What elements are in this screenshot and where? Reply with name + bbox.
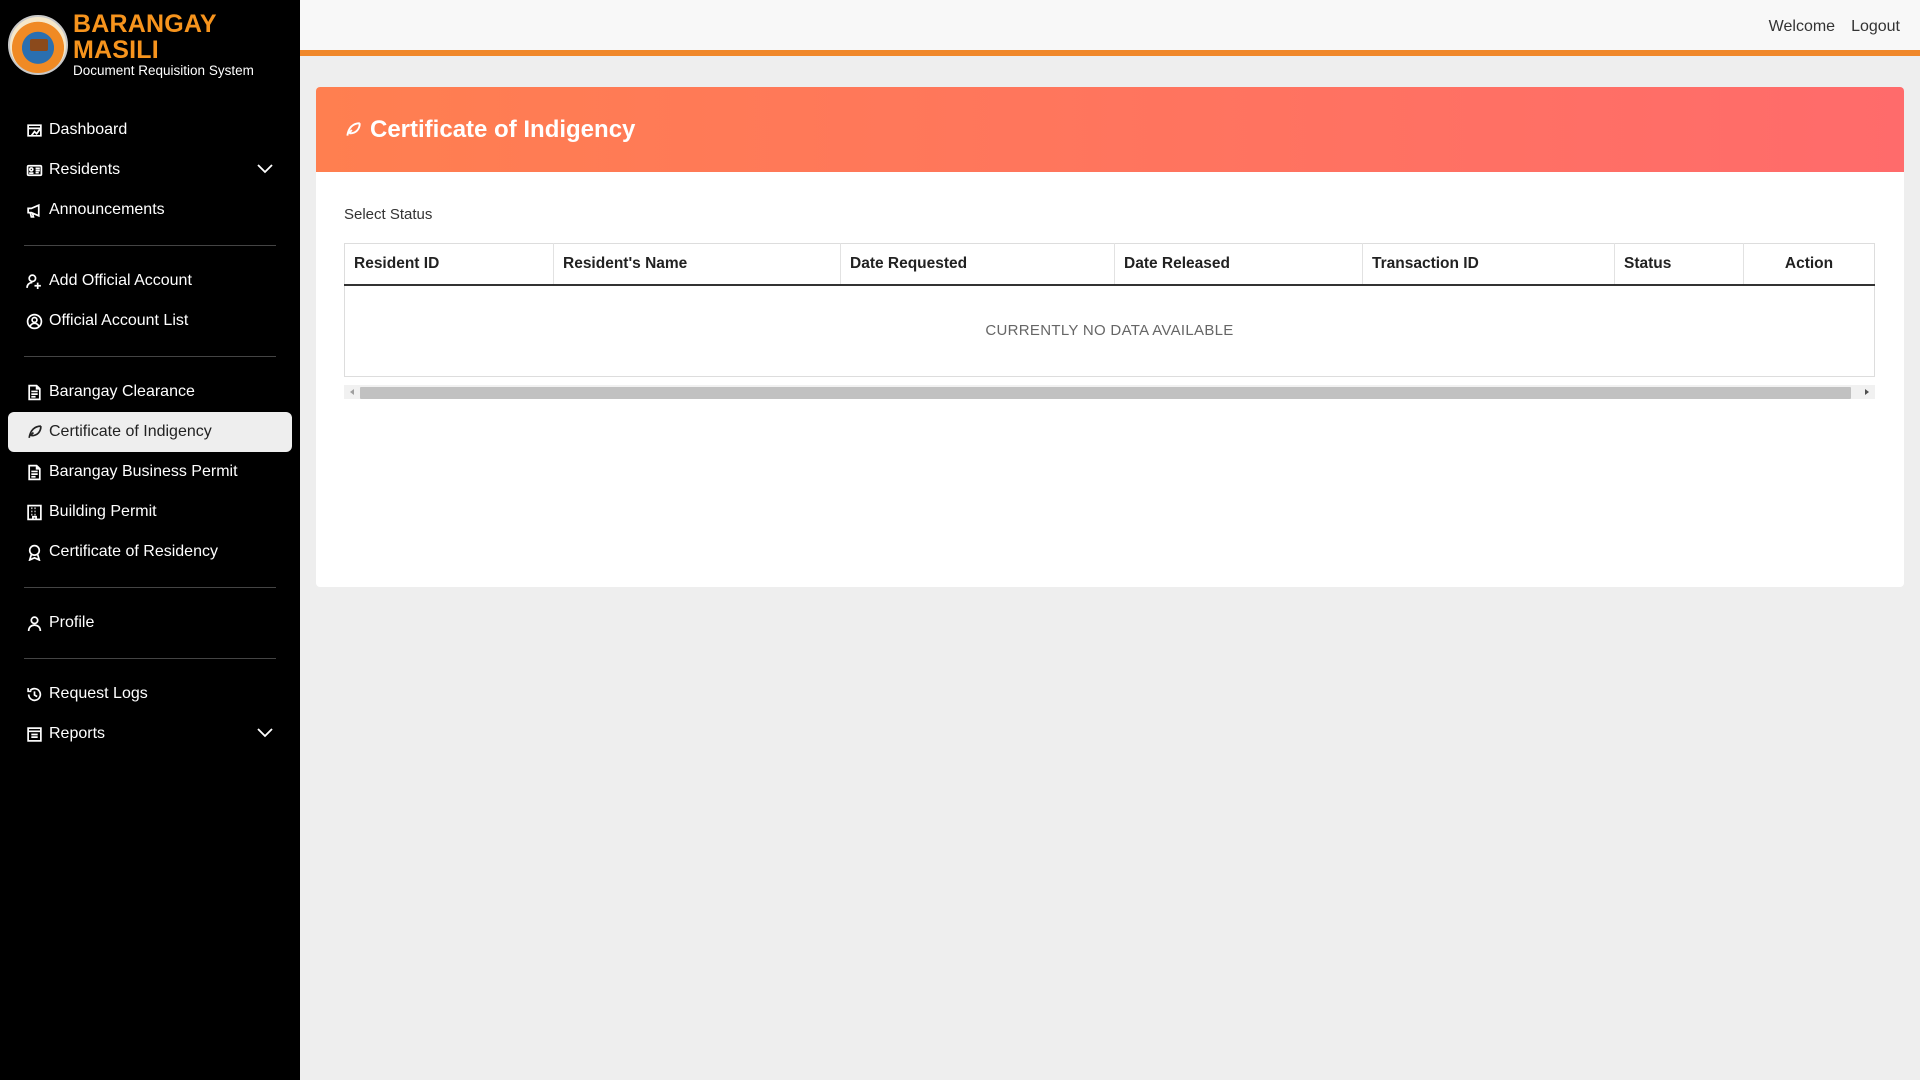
- horizontal-scrollbar[interactable]: [344, 384, 1875, 399]
- sidebar-item-label: Residents: [49, 161, 121, 178]
- top-bar-links: Welcome Logout: [1769, 18, 1900, 36]
- user-circle-icon: [25, 312, 43, 330]
- sidebar-item-official-account-list[interactable]: Official Account List: [8, 301, 292, 341]
- divider: [24, 658, 276, 659]
- table-row-empty: CURRENTLY NO DATA AVAILABLE: [345, 285, 1875, 376]
- megaphone-icon: [25, 201, 43, 219]
- brand-text: BARANGAY MASILI Document Requisition Sys…: [73, 11, 300, 79]
- sidebar-item-label: Reports: [49, 725, 106, 742]
- sidebar-item-certificate-of-indigency[interactable]: Certificate of Indigency: [8, 412, 292, 452]
- select-status-dropdown[interactable]: Select Status: [344, 206, 1876, 223]
- sidebar-item-reports[interactable]: Reports: [8, 714, 292, 754]
- user-plus-icon: [25, 272, 43, 290]
- column-header-resident-id[interactable]: Resident ID: [344, 243, 554, 286]
- sidebar-item-profile[interactable]: Profile: [8, 603, 292, 643]
- welcome-link[interactable]: Welcome: [1769, 18, 1835, 36]
- divider: [24, 356, 276, 357]
- sidebar: BARANGAY MASILI Document Requisition Sys…: [0, 0, 300, 1080]
- document-icon: [25, 383, 43, 401]
- sidebar-item-label: Add Official Account: [49, 272, 192, 289]
- column-header-date-released[interactable]: Date Released: [1114, 243, 1363, 286]
- column-header-action[interactable]: Action: [1743, 243, 1875, 286]
- scrollbar-thumb[interactable]: [360, 386, 1851, 399]
- building-icon: [25, 503, 43, 521]
- card-header: Certificate of Indigency: [316, 87, 1904, 172]
- sidebar-item-certificate-of-residency[interactable]: Certificate of Residency: [8, 532, 292, 572]
- sidebar-item-dashboard[interactable]: Dashboard: [8, 110, 292, 150]
- feather-icon: [25, 423, 43, 441]
- sidebar-item-barangay-business-permit[interactable]: Barangay Business Permit: [8, 452, 292, 492]
- column-header-residents-name[interactable]: Resident's Name: [553, 243, 841, 286]
- top-bar: Welcome Logout: [300, 0, 1920, 56]
- scroll-left-arrow-icon[interactable]: [348, 388, 356, 396]
- scroll-right-arrow-icon[interactable]: [1863, 388, 1871, 396]
- card-body: Select Status Resident ID Resident's Nam…: [316, 172, 1904, 399]
- sidebar-item-building-permit[interactable]: Building Permit: [8, 492, 292, 532]
- content-card: Certificate of Indigency Select Status R…: [316, 87, 1904, 587]
- table-header-row: Resident ID Resident's Name Date Request…: [344, 243, 1875, 286]
- sidebar-item-barangay-clearance[interactable]: Barangay Clearance: [8, 372, 292, 412]
- sidebar-nav: Dashboard Residents Announcements Add Of…: [0, 90, 300, 754]
- requests-table: Resident ID Resident's Name Date Request…: [344, 243, 1875, 377]
- sidebar-item-residents[interactable]: Residents: [8, 150, 292, 190]
- sidebar-item-label: Barangay Business Permit: [49, 463, 238, 480]
- person-icon: [25, 614, 43, 632]
- sidebar-item-add-official-account[interactable]: Add Official Account: [8, 261, 292, 301]
- sidebar-item-label: Barangay Clearance: [49, 383, 195, 400]
- sidebar-item-label: Certificate of Indigency: [49, 423, 212, 440]
- id-card-icon: [25, 161, 43, 179]
- sidebar-item-label: Building Permit: [49, 503, 157, 520]
- column-header-transaction-id[interactable]: Transaction ID: [1362, 243, 1615, 286]
- sidebar-item-label: Profile: [49, 614, 95, 631]
- award-icon: [25, 543, 43, 561]
- report-icon: [25, 725, 43, 743]
- sidebar-item-label: Request Logs: [49, 685, 148, 702]
- sidebar-item-label: Announcements: [49, 201, 165, 218]
- sidebar-item-label: Certificate of Residency: [49, 543, 218, 560]
- page-title: Certificate of Indigency: [370, 115, 636, 143]
- logout-link[interactable]: Logout: [1851, 18, 1900, 36]
- history-icon: [25, 685, 43, 703]
- column-header-status[interactable]: Status: [1614, 243, 1744, 286]
- brand-subtitle: Document Requisition System: [73, 63, 254, 78]
- chevron-down-icon[interactable]: [256, 162, 274, 178]
- column-header-date-requested[interactable]: Date Requested: [840, 243, 1115, 286]
- divider: [24, 245, 276, 246]
- sidebar-item-label: Official Account List: [49, 312, 189, 329]
- barangay-seal-logo: [8, 15, 68, 75]
- sidebar-item-label: Dashboard: [49, 121, 128, 138]
- dashboard-icon: [25, 121, 43, 139]
- chevron-down-icon[interactable]: [256, 726, 274, 742]
- feather-icon: [346, 121, 361, 136]
- sidebar-item-request-logs[interactable]: Request Logs: [8, 674, 292, 714]
- sidebar-item-announcements[interactable]: Announcements: [8, 190, 292, 230]
- divider: [24, 587, 276, 588]
- brand: BARANGAY MASILI Document Requisition Sys…: [0, 0, 300, 90]
- empty-table-message: CURRENTLY NO DATA AVAILABLE: [985, 322, 1234, 340]
- brand-title: BARANGAY MASILI: [73, 10, 217, 64]
- document-icon: [25, 463, 43, 481]
